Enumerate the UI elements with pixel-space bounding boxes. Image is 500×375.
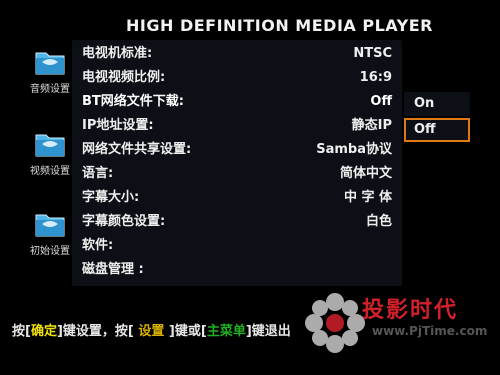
watermark: 投影时代 www.PjTime.com bbox=[300, 288, 496, 360]
option-popup: On Off bbox=[404, 90, 474, 146]
setting-label: 语言: bbox=[82, 166, 114, 181]
setting-row-subtitle-size[interactable]: 字幕大小: 中 字 体 bbox=[82, 186, 392, 210]
setting-value: Samba协议 bbox=[316, 142, 392, 157]
settings-panel: 电视机标准: NTSC 电视视频比例: 16:9 BT网络文件下载: Off I… bbox=[72, 40, 402, 286]
option-on[interactable]: On bbox=[404, 92, 470, 116]
help-text: ]键退出 bbox=[245, 324, 291, 339]
setting-label: 字幕颜色设置: bbox=[82, 214, 166, 229]
setting-value: 白色 bbox=[365, 214, 392, 229]
watermark-url: www.PjTime.com bbox=[372, 324, 488, 338]
sidebar-item-initial-settings[interactable]: 初始设置 bbox=[20, 208, 80, 257]
setting-value: NTSC bbox=[353, 46, 392, 61]
help-key-confirm: 确定 bbox=[30, 324, 57, 339]
setting-label: 字幕大小: bbox=[82, 190, 140, 205]
setting-row-ip-address[interactable]: IP地址设置: 静态IP bbox=[82, 114, 392, 138]
setting-value: 静态IP bbox=[351, 118, 392, 133]
setting-label: IP地址设置: bbox=[82, 118, 154, 133]
sidebar-item-label: 视频设置 bbox=[30, 166, 70, 177]
help-text: 按[ bbox=[12, 324, 31, 339]
help-bar: 按[确定]键设置，按[ 设置 ]键或[主菜单]键退出 bbox=[12, 320, 332, 342]
help-key-main-menu: 主菜单 bbox=[206, 324, 246, 339]
setting-row-tv-standard[interactable]: 电视机标准: NTSC bbox=[82, 42, 392, 66]
setting-value: 简体中文 bbox=[339, 166, 392, 181]
help-text: ]键设置，按[ bbox=[56, 324, 134, 339]
folder-icon bbox=[35, 134, 65, 157]
setting-value: 中 字 体 bbox=[343, 190, 392, 205]
help-key-setup: 设置 bbox=[133, 324, 169, 339]
setting-label: 电视机标准: bbox=[82, 46, 153, 61]
help-text: ]键或[ bbox=[168, 324, 207, 339]
folder-icon bbox=[35, 214, 65, 237]
setting-label: 网络文件共享设置: bbox=[82, 142, 192, 157]
watermark-logo-icon bbox=[305, 293, 365, 353]
setting-label: 软件: bbox=[82, 238, 114, 253]
setting-label: 电视视频比例: bbox=[82, 70, 166, 85]
setting-value: Off bbox=[370, 94, 392, 109]
app-title: HIGH DEFINITION MEDIA PLAYER bbox=[126, 16, 433, 35]
setting-row-aspect-ratio[interactable]: 电视视频比例: 16:9 bbox=[82, 66, 392, 90]
setting-row-disk-management[interactable]: 磁盘管理 : bbox=[82, 258, 392, 282]
sidebar-item-label: 音频设置 bbox=[30, 84, 70, 95]
sidebar-item-video-settings[interactable]: 视频设置 bbox=[20, 128, 80, 177]
setting-label: 磁盘管理 : bbox=[82, 262, 144, 277]
watermark-brand: 投影时代 bbox=[362, 298, 459, 323]
option-off[interactable]: Off bbox=[404, 118, 470, 142]
setting-row-file-sharing[interactable]: 网络文件共享设置: Samba协议 bbox=[82, 138, 392, 162]
sidebar-item-audio-settings[interactable]: 音频设置 bbox=[20, 46, 80, 95]
setting-row-bt-download[interactable]: BT网络文件下载: Off bbox=[82, 90, 392, 114]
setting-row-subtitle-color[interactable]: 字幕颜色设置: 白色 bbox=[82, 210, 392, 234]
setting-row-language[interactable]: 语言: 简体中文 bbox=[82, 162, 392, 186]
folder-icon bbox=[35, 52, 65, 75]
setting-row-software[interactable]: 软件: bbox=[82, 234, 392, 258]
setting-value: 16:9 bbox=[359, 70, 392, 85]
setting-label: BT网络文件下载: bbox=[82, 94, 184, 109]
sidebar-item-label: 初始设置 bbox=[30, 246, 70, 257]
